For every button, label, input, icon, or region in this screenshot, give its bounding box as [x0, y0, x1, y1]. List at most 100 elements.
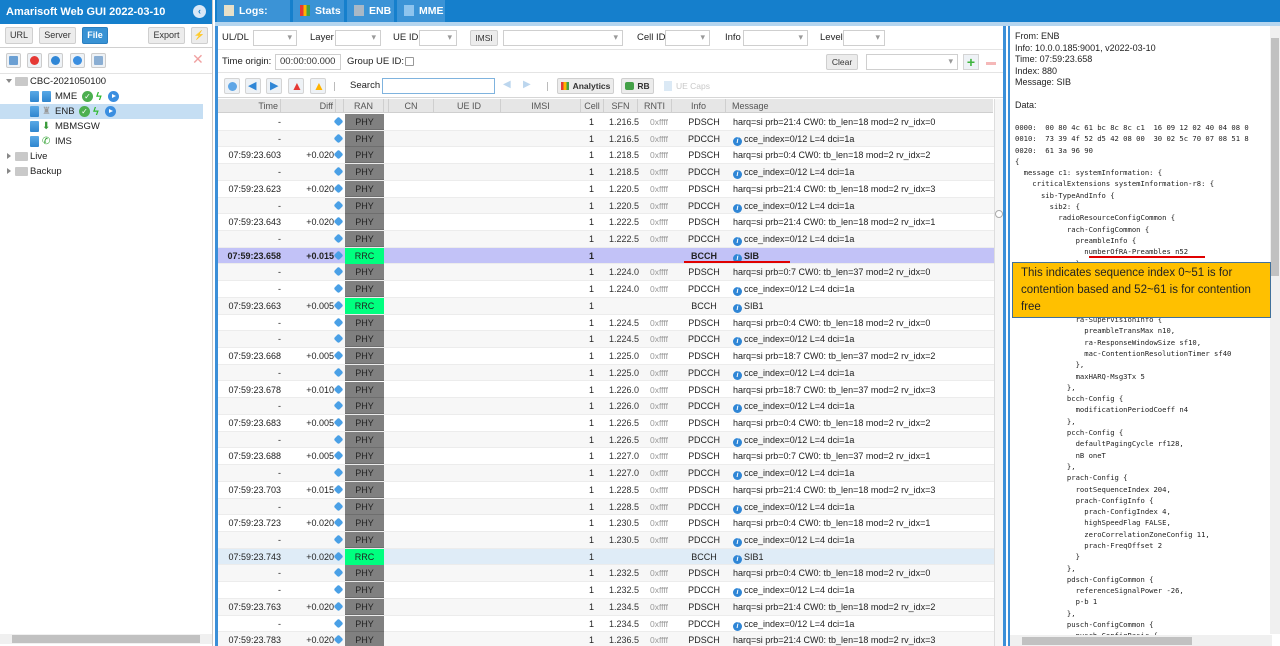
imsi-button[interactable]: IMSI	[470, 30, 498, 46]
tab-mme[interactable]: MME	[397, 0, 445, 22]
info-icon[interactable]: i	[733, 504, 742, 514]
url-button[interactable]: URL	[5, 27, 33, 44]
expand-icon[interactable]	[7, 168, 11, 174]
info-icon[interactable]: i	[733, 437, 742, 447]
info-icon[interactable]: i	[733, 303, 742, 313]
tree-node-mme[interactable]: MME ✓ ϟ	[0, 89, 203, 104]
log-row[interactable]: - PHY 1 1.225.0 0xffff PDCCH i cce_index=0/12 L…	[218, 364, 994, 382]
pause-button[interactable]	[70, 53, 85, 68]
layer-select[interactable]	[335, 30, 381, 46]
cellid-select[interactable]	[665, 30, 710, 46]
delete-icon[interactable]: ✕	[192, 52, 204, 66]
tree-node-root[interactable]: CBC-2021050100	[0, 74, 203, 89]
log-row[interactable]: - PHY 1 1.230.5 0xffff PDCCH i cce_index=0/12 L…	[218, 532, 994, 549]
scrollbar-thumb[interactable]	[1022, 637, 1192, 645]
tab-enb[interactable]: ENB	[347, 0, 394, 22]
search-input[interactable]	[382, 78, 495, 94]
collapse-sidebar-icon[interactable]: ‹	[193, 5, 206, 18]
link-button[interactable]	[91, 53, 106, 68]
add-filter-button[interactable]: +	[963, 54, 979, 70]
column-header-ran[interactable]: RAN	[343, 99, 384, 113]
log-row[interactable]: 07:59:23.668 +0.005 PHY 1 1.225.0 0xffff PDSCH…	[218, 348, 994, 365]
info-icon[interactable]: i	[733, 621, 742, 631]
tab-stats[interactable]: Stats	[293, 0, 344, 22]
column-header-rnti[interactable]: RNTI	[638, 99, 672, 113]
detail-vertical-scrollbar[interactable]	[1270, 26, 1280, 634]
log-row[interactable]: 07:59:23.658 +0.015 RRC 1 BCCH i SIB	[218, 247, 994, 265]
log-row[interactable]: 07:59:23.783 +0.020 PHY 1 1.236.5 0xffff PDSCH…	[218, 632, 994, 646]
log-row[interactable]: - PHY 1 1.224.0 0xffff PDSCH harq=si prb=0:7 C…	[218, 264, 994, 282]
tab-logs[interactable]: Logs: 4356	[217, 0, 290, 39]
group-ueid-checkbox[interactable]	[405, 57, 414, 66]
column-header-message[interactable]: Message	[726, 99, 993, 113]
play-icon[interactable]	[108, 91, 119, 102]
info-select[interactable]	[743, 30, 808, 46]
log-row[interactable]: 07:59:23.623 +0.020 PHY 1 1.220.5 0xffff PDSCH…	[218, 180, 994, 198]
log-row[interactable]: - PHY 1 1.224.5 0xffff PDSCH harq=si prb=0:4 C…	[218, 314, 994, 332]
info-icon[interactable]: i	[733, 170, 742, 180]
column-header-imsi[interactable]: IMSI	[501, 99, 581, 113]
column-header-cn[interactable]: CN	[388, 99, 434, 113]
log-row[interactable]: - PHY 1 1.218.5 0xffff PDCCH i cce_index=0/12 L…	[218, 164, 994, 181]
sidebar-horizontal-scrollbar[interactable]	[0, 634, 212, 644]
file-button[interactable]: File	[82, 27, 108, 44]
log-vertical-scrollbar[interactable]	[994, 99, 1003, 646]
settings-button[interactable]	[6, 53, 21, 68]
scrollbar-thumb[interactable]	[1271, 38, 1279, 276]
time-origin-input[interactable]: 00:00:00.000	[275, 54, 341, 70]
analytics-button[interactable]: Analytics	[557, 78, 614, 94]
info-icon[interactable]: i	[733, 203, 742, 213]
log-row[interactable]: - PHY 1 1.220.5 0xffff PDCCH i cce_index=0/12 L…	[218, 197, 994, 215]
server-button[interactable]: Server	[39, 27, 76, 44]
log-row[interactable]: 07:59:23.683 +0.005 PHY 1 1.226.5 0xffff PDSCH…	[218, 414, 994, 432]
log-row[interactable]: 07:59:23.743 +0.020 RRC 1 BCCH i SIB1	[218, 548, 994, 566]
log-row[interactable]: - PHY 1 1.226.0 0xffff PDCCH i cce_index=0/12 L…	[218, 398, 994, 415]
uldl-select[interactable]	[253, 30, 297, 46]
info-icon[interactable]: i	[733, 471, 742, 481]
log-row[interactable]: - PHY 1 1.227.0 0xffff PDCCH i cce_index=0/12 L…	[218, 465, 994, 482]
error-filter-button[interactable]: ▲	[288, 78, 304, 94]
info-icon[interactable]: i	[733, 370, 742, 380]
column-header-ueid[interactable]: UE ID	[438, 99, 501, 113]
rb-button[interactable]: RB	[621, 78, 654, 94]
info-icon[interactable]: i	[733, 237, 742, 247]
next-button[interactable]: ▶	[266, 78, 282, 94]
previous-button[interactable]: ◀	[245, 78, 261, 94]
tree-node-ims[interactable]: ✆ IMS	[0, 134, 203, 149]
scroll-knob[interactable]	[995, 210, 1003, 218]
search-prev-icon[interactable]: ◀	[503, 79, 511, 90]
play-icon[interactable]	[105, 106, 116, 117]
tree-node-live[interactable]: Live	[0, 149, 203, 164]
log-row[interactable]: 07:59:23.603 +0.020 PHY 1 1.218.5 0xffff PDSCH…	[218, 147, 994, 165]
log-row[interactable]: 07:59:23.763 +0.020 PHY 1 1.234.5 0xffff PDSCH…	[218, 598, 994, 616]
log-row[interactable]: - PHY 1 1.224.5 0xffff PDCCH i cce_index=0/12 L…	[218, 331, 994, 349]
log-row[interactable]: 07:59:23.688 +0.005 PHY 1 1.227.0 0xffff PDSCH…	[218, 448, 994, 466]
ue-caps-button[interactable]: UE Caps	[662, 78, 712, 94]
connect-button[interactable]: ⚡	[191, 27, 208, 44]
export-button[interactable]: Export	[148, 27, 185, 44]
clear-button[interactable]: Clear	[826, 54, 858, 70]
log-row[interactable]: - PHY 1 1.232.5 0xffff PDCCH i cce_index=0/12 L…	[218, 582, 994, 599]
log-row[interactable]: - PHY 1 1.226.5 0xffff PDCCH i cce_index=0/12 L…	[218, 431, 994, 449]
info-icon[interactable]: i	[733, 554, 742, 564]
log-row[interactable]: 07:59:23.663 +0.005 RRC 1 BCCH i SIB1	[218, 297, 994, 315]
column-header-sfn[interactable]: SFN	[604, 99, 638, 113]
scrollbar-thumb[interactable]	[12, 635, 200, 643]
refresh-button[interactable]	[48, 53, 63, 68]
expand-icon[interactable]	[7, 153, 11, 159]
column-header-time[interactable]: Time	[218, 99, 281, 113]
log-row[interactable]: 07:59:23.643 +0.020 PHY 1 1.222.5 0xffff PDSCH…	[218, 214, 994, 231]
log-row[interactable]: - PHY 1 1.234.5 0xffff PDCCH i cce_index=0/12 L…	[218, 615, 994, 633]
log-row[interactable]: - PHY 1 1.222.5 0xffff PDCCH i cce_index=0/12 L…	[218, 231, 994, 248]
tree-node-backup[interactable]: Backup	[0, 164, 203, 179]
info-icon[interactable]: i	[733, 337, 742, 347]
clock-button[interactable]	[224, 78, 240, 94]
log-row[interactable]: 07:59:23.703 +0.015 PHY 1 1.228.5 0xffff PDSCH…	[218, 481, 994, 499]
info-icon[interactable]: i	[733, 588, 742, 598]
column-header-info[interactable]: Info	[672, 99, 726, 113]
tree-node-enb[interactable]: ♜ ENB ✓ ϟ	[0, 104, 203, 119]
info-icon[interactable]: i	[733, 136, 742, 146]
info-icon[interactable]: i	[733, 538, 742, 547]
search-next-icon[interactable]: ▶	[523, 79, 531, 90]
stop-button[interactable]	[27, 53, 42, 68]
